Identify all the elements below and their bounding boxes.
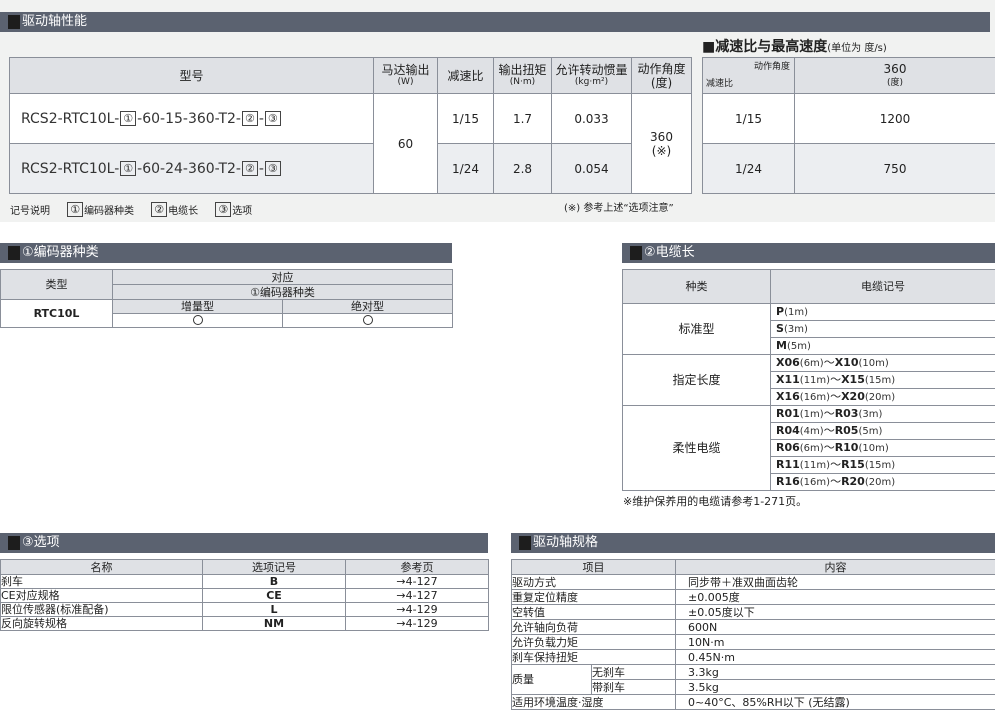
- kind-header: 种类: [622, 269, 771, 304]
- table-row: CE对应规格 CE →4-127: [0, 588, 489, 603]
- cable-row: 标准型 P(1m): [622, 303, 995, 355]
- cable-code: X11(11m)～X15(15m): [770, 371, 995, 389]
- table-row: 限位传感器(标准配备) L →4-129: [0, 602, 489, 617]
- table-row: 1/15 1200: [702, 93, 995, 144]
- drive-footnote: (※) 参考上述“选项注意”: [564, 203, 674, 214]
- cable-row: 指定长度 X06(6m)～X10(10m): [622, 354, 995, 406]
- absolute-header: 绝对型: [282, 299, 453, 314]
- table-row: 空转值 ±0.05度以下: [511, 604, 995, 620]
- header-motor-output: 马达输出 (W): [373, 57, 438, 94]
- code-header: 电缆记号: [770, 269, 995, 304]
- table-row: 刹车保持扭矩 0.45N·m: [511, 649, 995, 665]
- cable-code: X06(6m)～X10(10m): [770, 354, 995, 372]
- drive-section-header: 驱动轴性能: [0, 12, 990, 32]
- header-reduction-ratio: 减速比: [437, 57, 494, 94]
- spec-table: 项目 内容 驱动方式 同步带＋准双曲面齿轮 重复定位精度 ±0.005度 空转值 ±0…: [511, 559, 995, 710]
- table-row: RCS2-RTC10L- ① -60-15-360-T2- ② - ③ 60 1/15 1…: [9, 93, 692, 194]
- cable-group-name: 标准型: [622, 303, 771, 355]
- cable-code: X16(16m)～X20(20m): [770, 388, 995, 406]
- cable-group-name: 柔性电缆: [622, 405, 771, 491]
- motor-output-cell: 60: [373, 93, 438, 194]
- header-inertia: 允许转动惯量 (kg·m²): [551, 57, 632, 94]
- support-header: 对应: [112, 269, 453, 285]
- cable-code: R11(11m)～R15(15m): [770, 456, 995, 474]
- incremental-supported: [112, 313, 283, 328]
- cable-code: R04(4m)～R05(5m): [770, 422, 995, 440]
- speed-cell: 750: [794, 143, 995, 194]
- model-cell: RCS2-RTC10L- ① -60-15-360-T2- ② - ③: [9, 93, 374, 144]
- cable-note: ※维护保养用的电缆请参考1-271页。: [623, 495, 808, 508]
- row-name: RTC10L: [0, 299, 113, 328]
- cable-section-header: ②电缆长: [622, 243, 995, 263]
- table-row: 刹车 B →4-127: [0, 574, 489, 589]
- model-cell: RCS2-RTC10L- ① -60-24-360-T2- ② - ③: [9, 143, 374, 194]
- ratio-cell: 1/24: [702, 143, 795, 194]
- header-output-torque: 输出扭矩 (N·m): [493, 57, 552, 94]
- header-model: 型号: [9, 57, 374, 94]
- options-table: 名称 选项记号 参考页 刹车 B →4-127 CE对应规格 CE →4-127 限位传…: [0, 559, 489, 631]
- table-row: 重复定位精度 ±0.005度: [511, 589, 995, 605]
- cable-code: S(3m): [770, 320, 995, 338]
- cable-code: M(5m): [770, 337, 995, 355]
- item-header: 项目: [511, 559, 676, 575]
- table-row: RCS2-RTC10L- ① -60-24-360-T2- ② - ③ 1/24 2.8 …: [9, 143, 692, 194]
- speed-table: 动作角度 减速比 360 (度) 1/15 1200 1/24 750: [702, 57, 995, 194]
- cable-code: R16(16m)～R20(20m): [770, 473, 995, 491]
- header-angle: 动作角度 (度): [631, 57, 692, 94]
- angle-cell: 360 (※): [631, 93, 692, 194]
- circle-icon: [192, 315, 203, 325]
- encoder-header: ①编码器种类: [112, 284, 453, 300]
- table-row: 反向旋转规格 NM →4-129: [0, 616, 489, 631]
- drive-performance-table: 型号 马达输出 (W) 减速比 输出扭矩 (N·m) 允许转动惯量 (kg·m²) 动…: [9, 57, 692, 194]
- cable-code: P(1m): [770, 303, 995, 321]
- inertia-cell: 0.033: [551, 93, 632, 144]
- table-row: 驱动方式 同步带＋准双曲面齿轮: [511, 574, 995, 590]
- speed-col-header: 360 (度): [794, 57, 995, 94]
- speed-section-title: ■减速比与最高速度(单位为 度/s): [702, 39, 887, 55]
- cable-table: 种类 电缆记号 标准型 P(1m) S(3m) M(5m) 指定长度 X06(6m)～X1…: [622, 269, 995, 491]
- speed-cell: 1200: [794, 93, 995, 144]
- incremental-header: 增量型: [112, 299, 283, 314]
- page-header: 参考页: [345, 559, 489, 575]
- torque-cell: 1.7: [493, 93, 552, 144]
- type-header: 类型: [0, 269, 113, 300]
- diagonal-header: 动作角度 减速比: [702, 57, 795, 94]
- inertia-cell: 0.054: [551, 143, 632, 194]
- ratio-cell: 1/15: [437, 93, 494, 144]
- spec-section-header: 驱动轴规格: [511, 533, 995, 553]
- name-header: 名称: [0, 559, 203, 575]
- table-row: 允许负载力矩 10N·m: [511, 634, 995, 650]
- cable-code: R06(6m)～R10(10m): [770, 439, 995, 457]
- table-row: 1/24 750: [702, 143, 995, 194]
- encoder-section-header: ①编码器种类: [0, 243, 452, 263]
- absolute-supported: [282, 313, 453, 328]
- drive-section-title: 驱动轴性能: [22, 14, 88, 29]
- torque-cell: 2.8: [493, 143, 552, 194]
- ratio-cell: 1/15: [702, 93, 795, 144]
- cable-code: R01(1m)～R03(3m): [770, 405, 995, 423]
- circle-icon: [362, 315, 373, 325]
- table-row: 允许轴向负荷 600N: [511, 619, 995, 635]
- cable-row: 柔性电缆 R01(1m)～R03(3m): [622, 405, 995, 491]
- legend: 记号说明 ① 编码器种类 ② 电缆长 ③ 选项: [10, 202, 253, 217]
- options-section-header: ③选项: [0, 533, 488, 553]
- ratio-cell: 1/24: [437, 143, 494, 194]
- table-row: 质量 无刹车 3.3kg: [511, 664, 995, 695]
- code-header: 选项记号: [202, 559, 346, 575]
- cable-group-name: 指定长度: [622, 354, 771, 406]
- content-header: 内容: [675, 559, 995, 575]
- table-row: 适用环境温度·湿度 0~40°C、85%RH以下 (无结露): [511, 694, 995, 710]
- encoder-table: 类型 对应 ①编码器种类 RTC10L 增量型 绝对型: [0, 269, 453, 328]
